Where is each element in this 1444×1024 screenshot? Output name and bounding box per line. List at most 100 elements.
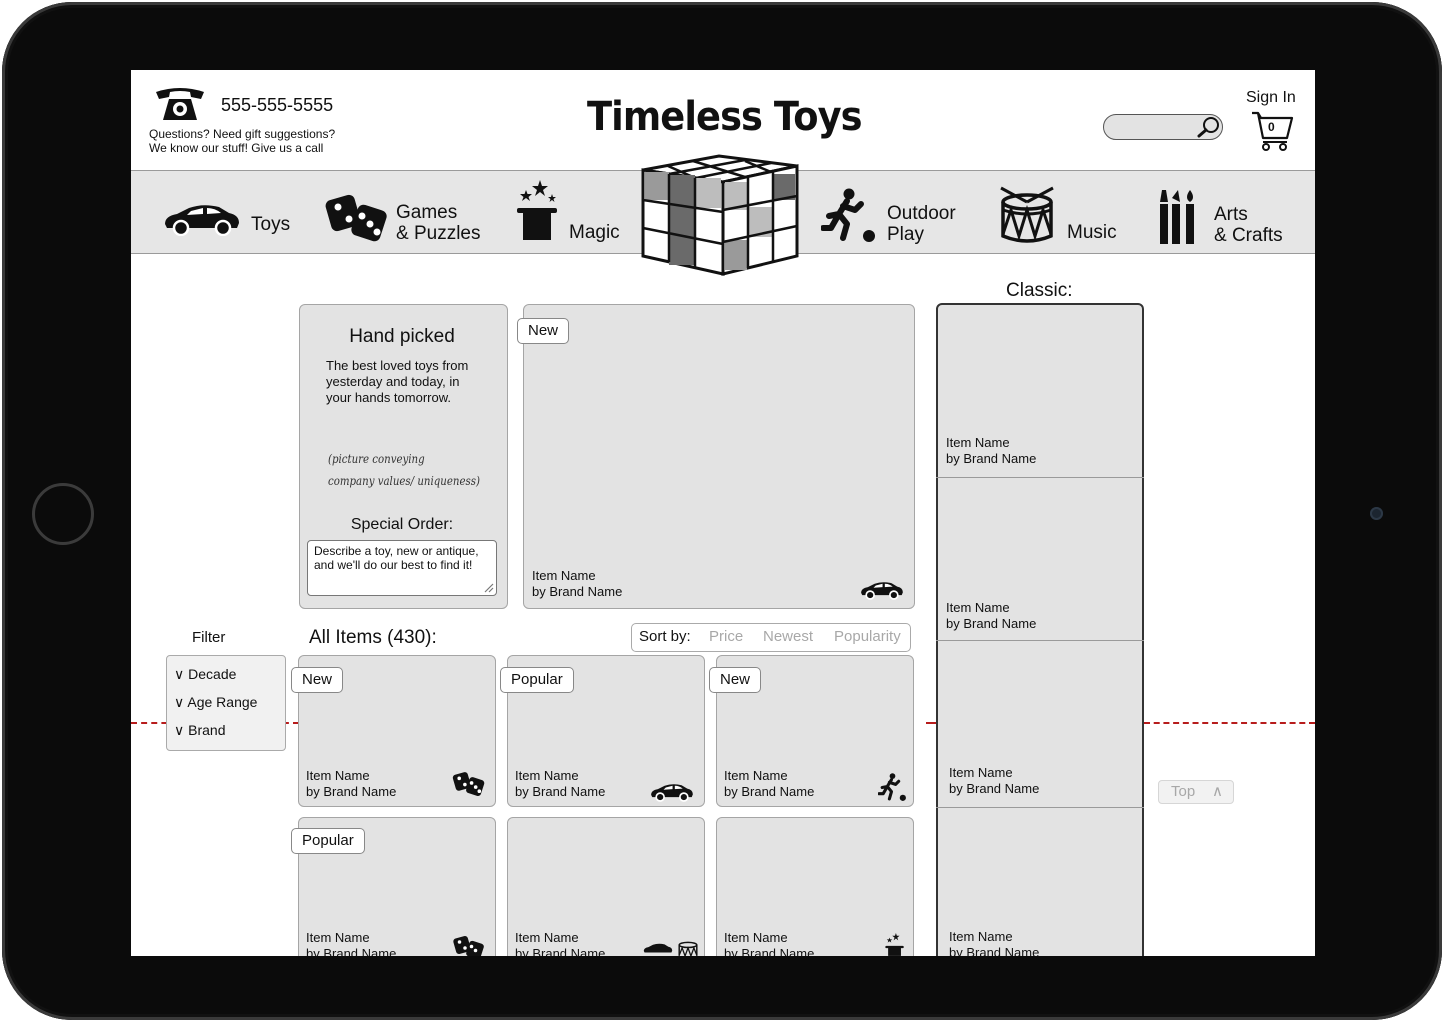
paint-brushes-icon[interactable] (1158, 188, 1198, 246)
filter-item-label: Age Range (187, 694, 258, 710)
classic-divider (936, 640, 1144, 641)
note-line: company values/ uniqueness) (328, 474, 480, 488)
sort-price[interactable]: Price (709, 628, 743, 645)
item-name: Item Name (946, 600, 1010, 615)
item-name: Item Name (532, 568, 596, 583)
item-card-text: Item Name by Brand Name (515, 930, 605, 956)
nav-toys[interactable]: Toys (251, 214, 290, 235)
classic-item[interactable]: Item Name by Brand Name (946, 600, 1036, 632)
sort-label: Sort by: (639, 628, 691, 645)
brand-name: by Brand Name (724, 946, 815, 956)
brand-name: by Brand Name (946, 616, 1037, 631)
brand-name: by Brand Name (306, 784, 397, 799)
new-badge: New (291, 667, 344, 693)
nav-games[interactable]: Games & Puzzles (396, 202, 480, 244)
filter-brand[interactable]: ∨ Brand (174, 722, 226, 739)
hand-picked-description: The best loved toys from yesterday and t… (326, 358, 496, 406)
nav-outdoor-line: Outdoor (887, 203, 956, 224)
help-text: Questions? Need gift suggestions? We kno… (149, 127, 335, 155)
dice-icon[interactable] (324, 191, 390, 245)
nav-arts-line: Arts (1214, 204, 1248, 225)
drum-icon[interactable] (997, 186, 1057, 244)
magic-hat-icon[interactable] (514, 178, 562, 244)
popular-badge: Popular (500, 667, 574, 693)
brand-name: by Brand Name (306, 946, 397, 956)
new-badge: New (517, 318, 570, 344)
featured-item-card[interactable] (523, 304, 915, 609)
brand-name: by Brand Name (515, 946, 606, 956)
nav-games-line: & Puzzles (396, 223, 481, 244)
car-icon (861, 582, 903, 600)
item-name: Item Name (306, 930, 370, 945)
nav-games-line: Games (396, 202, 458, 223)
classic-item[interactable]: Item Name by Brand Name (949, 765, 1039, 797)
filter-item-label: Decade (188, 666, 237, 682)
nav-magic[interactable]: Magic (569, 222, 620, 243)
placeholder-line: and we'll do our best to find it! (314, 558, 473, 572)
nav-arts-line: & Crafts (1214, 225, 1283, 246)
nav-music[interactable]: Music (1067, 222, 1117, 243)
item-card-text: Item Name by Brand Name (515, 768, 605, 800)
item-card-text: Item Name by Brand Name (306, 768, 396, 800)
resize-handle-icon[interactable] (482, 581, 494, 593)
classic-divider (936, 477, 1144, 478)
item-card-text: Item Name by Brand Name (724, 930, 814, 956)
filter-age-range[interactable]: ∨ Age Range (174, 694, 257, 711)
all-items-title: All Items (430): (309, 627, 437, 648)
sort-newest[interactable]: Newest (763, 628, 813, 645)
back-to-top-button[interactable]: Top ∧ (1158, 780, 1234, 804)
item-name: Item Name (949, 929, 1013, 944)
dice-icon (453, 935, 484, 956)
brand-name: by Brand Name (532, 584, 623, 599)
chevron-down-icon: ∨ (174, 694, 185, 710)
fold-line (926, 722, 936, 724)
filter-decade[interactable]: ∨ Decade (174, 666, 236, 683)
featured-item-text: Item Name by Brand Name (532, 568, 622, 600)
cart-count: 0 (1268, 120, 1275, 134)
rubiks-cube-icon (641, 154, 799, 276)
classic-title: Classic: (1006, 280, 1073, 301)
search-icon[interactable] (1197, 116, 1221, 138)
chevron-down-icon: ∨ (174, 722, 185, 738)
brand-name: by Brand Name (515, 784, 606, 799)
site-logo[interactable]: Timeless Toys (587, 94, 863, 140)
runner-icon[interactable] (821, 188, 879, 244)
item-name: Item Name (724, 930, 788, 945)
drum-icon (678, 941, 698, 956)
sort-popularity[interactable]: Popularity (834, 628, 901, 645)
placeholder-line: Describe a toy, new or antique, (314, 544, 479, 558)
screen: 555-555-5555 Questions? Need gift sugges… (131, 70, 1315, 956)
front-camera (1370, 507, 1383, 520)
item-name: Item Name (946, 435, 1010, 450)
brand-name: by Brand Name (724, 784, 815, 799)
home-button[interactable] (32, 483, 94, 545)
car-icon (651, 784, 693, 802)
tablet-frame: 555-555-5555 Questions? Need gift sugges… (2, 2, 1442, 1020)
phone-icon (156, 88, 204, 120)
brand-name: by Brand Name (949, 945, 1040, 956)
description-line: your hands tomorrow. (326, 390, 452, 405)
classic-divider (936, 807, 1144, 808)
nav-arts[interactable]: Arts & Crafts (1214, 204, 1283, 246)
classic-item[interactable]: Item Name by Brand Name (949, 929, 1039, 956)
classic-item[interactable]: Item Name by Brand Name (946, 435, 1036, 467)
new-badge: New (709, 667, 762, 693)
item-card-text: Item Name by Brand Name (306, 930, 396, 956)
car-icon (643, 943, 673, 953)
chevron-up-icon: ∧ (1212, 783, 1223, 800)
dice-icon (452, 772, 485, 796)
phone-number[interactable]: 555-555-5555 (221, 95, 333, 116)
nav-outdoor-line: Play (887, 224, 924, 245)
sign-in-link[interactable]: Sign In (1246, 89, 1296, 107)
special-order-textarea[interactable]: Describe a toy, new or antique, and we'l… (307, 540, 497, 596)
filter-label: Filter (192, 629, 226, 646)
item-card-text: Item Name by Brand Name (724, 768, 814, 800)
filter-item-label: Brand (188, 722, 226, 738)
picture-placeholder-note: (picture conveying company values/ uniqu… (328, 448, 480, 492)
car-icon[interactable] (163, 202, 241, 236)
nav-outdoor[interactable]: Outdoor Play (887, 203, 956, 245)
item-name: Item Name (515, 768, 579, 783)
chevron-down-icon: ∨ (174, 666, 185, 682)
brand-name: by Brand Name (949, 781, 1040, 796)
magic-hat-icon (885, 933, 904, 956)
